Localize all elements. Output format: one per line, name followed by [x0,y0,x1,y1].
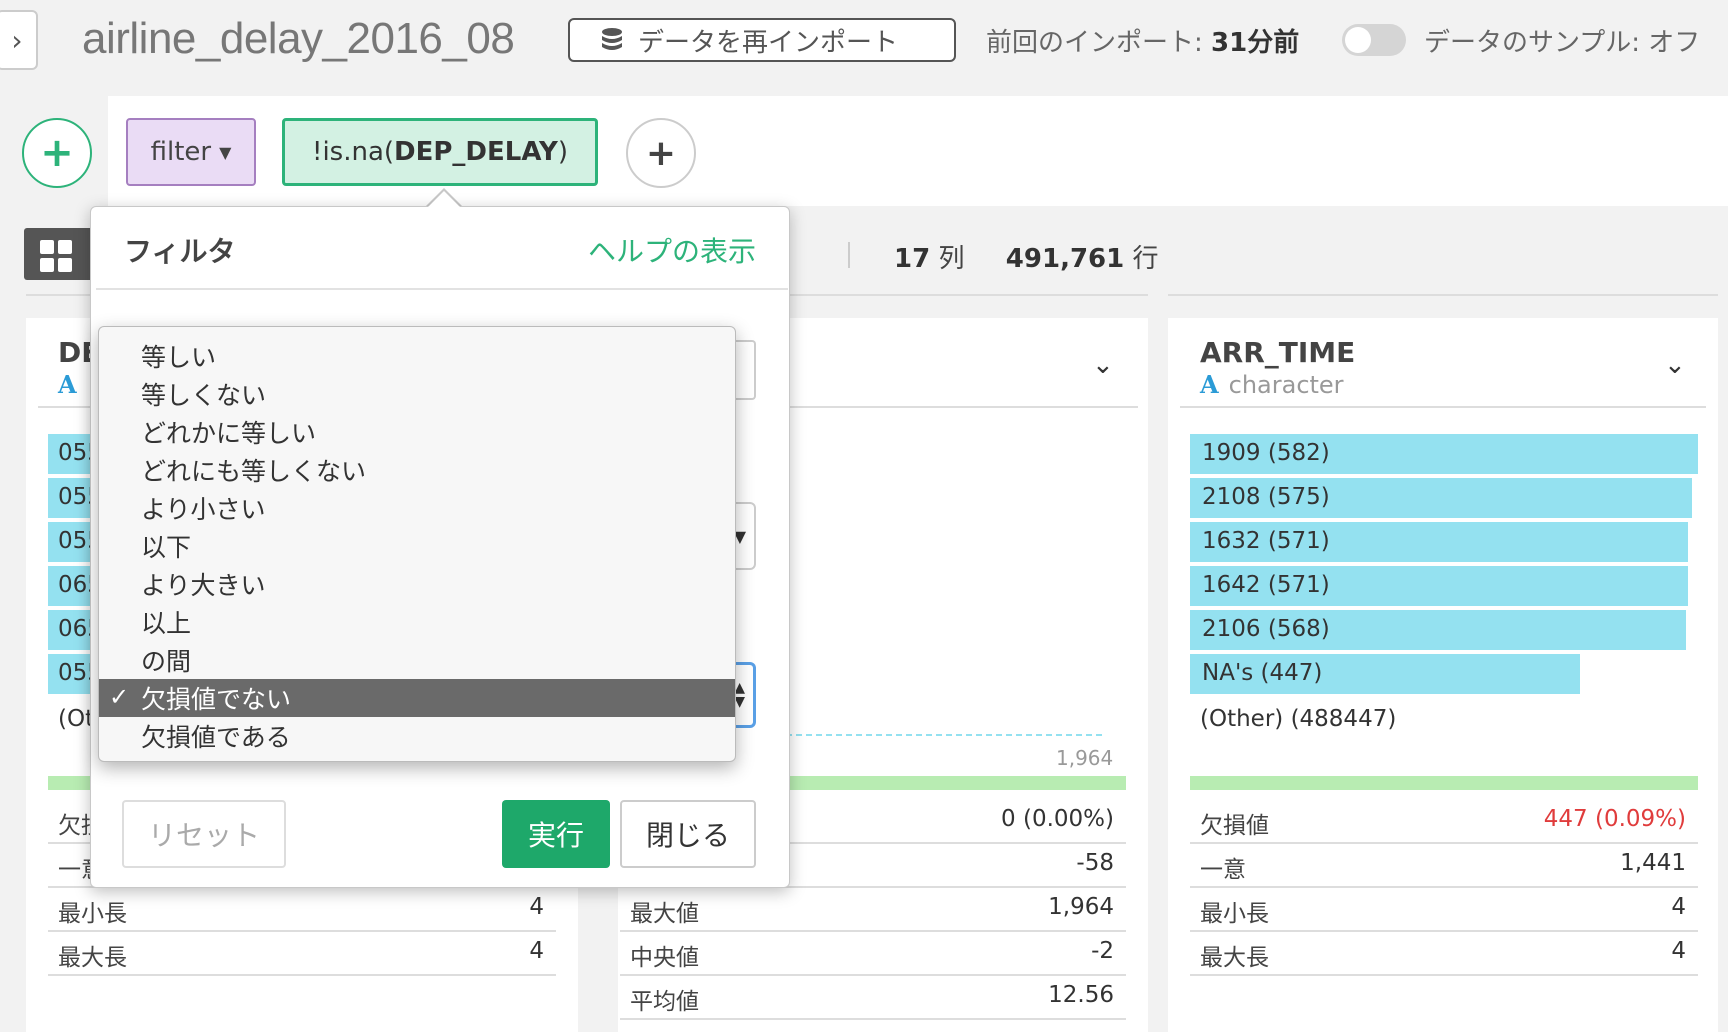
stat-value: 1,441 [1620,850,1686,876]
help-link[interactable]: ヘルプの表示 [588,230,756,270]
row-divider [620,1018,1126,1020]
sample-label: データのサンプル: オフ [1424,28,1701,58]
operator-option-label: 以上 [141,609,192,638]
operator-option[interactable]: 欠損値である [99,717,735,755]
divider [1180,406,1706,408]
stat-value: -2 [1091,938,1114,964]
popover-title: フィルタ [124,235,236,268]
dataset-size: 17 列 491,761 行 [894,238,1159,275]
operator-option-label: 等しくない [141,381,267,410]
row-divider [620,974,1126,976]
rows-count: 491,761 [1005,244,1125,274]
grid-icon [40,240,54,254]
filter-command-button[interactable]: filter ▼ [126,118,256,186]
reimport-button[interactable]: データを再インポート [568,18,956,62]
row-divider [1190,842,1698,844]
value-bar-label: 1909 (582) [1202,440,1330,466]
operator-option-label: どれにも等しくない [141,457,367,486]
operator-option[interactable]: 等しい [99,337,735,375]
operator-option[interactable]: どれにも等しくない [99,451,735,489]
page-title: airline_delay_2016_08 [82,14,515,63]
operator-option[interactable]: の間 [99,641,735,679]
operator-option-label: の間 [141,647,192,676]
run-button[interactable]: 実行 [502,800,610,868]
row-divider [620,930,1126,932]
columns-count: 17 [894,244,931,274]
column-name: ARR_TIME [1200,336,1356,369]
condition-prefix: !is.na( [312,137,395,167]
operator-option[interactable]: 以下 [99,527,735,565]
stat-value: 447 (0.09%) [1543,806,1686,832]
chevron-right-icon: › [11,23,23,57]
value-bar-label: 1632 (571) [1202,528,1330,554]
divider [96,288,788,290]
filter-condition-button[interactable]: !is.na(DEP_DELAY) [282,118,598,186]
operator-option[interactable]: より大きい [99,565,735,603]
operator-option[interactable]: どれかに等しい [99,413,735,451]
columns-unit: 列 [938,244,965,274]
plus-icon: + [40,130,74,176]
divider [1168,294,1718,296]
operator-option-label: 等しい [141,343,217,372]
column-type-label: character [1228,371,1344,399]
value-bar-label: 2106 (568) [1202,616,1330,642]
value-bar-label: 1642 (571) [1202,572,1330,598]
chevron-down-icon[interactable]: ⌄ [1664,350,1686,380]
stat-value: 4 [1671,938,1686,964]
sidebar-toggle-button[interactable]: › [0,10,38,70]
reimport-label: データを再インポート [638,27,899,58]
row-divider [1190,930,1698,932]
stat-value: 4 [529,938,544,964]
reset-button[interactable]: リセット [122,800,286,868]
last-import-label: 前回のインポート: [986,28,1203,58]
filter-command-label: filter [150,137,212,167]
row-divider [48,930,556,932]
valid-values-bar [1190,776,1698,790]
column-type: Acharacter [1200,370,1344,399]
operator-option[interactable]: 以上 [99,603,735,641]
row-divider [48,974,556,976]
operator-option[interactable]: ✓ 欠損値でない [99,679,735,717]
other-label: (Ot [58,706,95,732]
histogram-baseline [786,734,1102,736]
value-bar-label: NA's (447) [1202,660,1323,686]
operator-option-label: より小さい [141,495,266,524]
close-button[interactable]: 閉じる [620,800,756,868]
last-import-info: 前回のインポート: 31分前 [986,22,1299,59]
last-import-value: 31分前 [1211,28,1300,58]
operator-option-label: 欠損値である [141,723,291,752]
operator-option-label: どれかに等しい [141,419,317,448]
other-label: (Other) (488447) [1200,706,1397,732]
condition-column: DEP_DELAY [394,137,558,167]
stat-value: 4 [1671,894,1686,920]
checkmark-icon: ✓ [109,683,130,711]
operator-option-label: より大きい [141,571,266,600]
add-condition-button[interactable]: + [626,118,696,188]
operator-option[interactable]: 等しくない [99,375,735,413]
divider [848,242,850,268]
condition-suffix: ) [557,137,568,167]
stat-value: 1,964 [1048,894,1114,920]
row-divider [1190,974,1698,976]
operator-option-label: 以下 [141,533,192,562]
stat-value: 4 [529,894,544,920]
value-bar-label: 2108 (575) [1202,484,1330,510]
operator-dropdown-list: 等しい等しくないどれかに等しいどれにも等しくない より小さい以下より大きい以上の間… [98,326,736,762]
axis-max-label: 1,964 [1056,746,1114,770]
operator-option-label: 欠損値でない [141,685,292,714]
add-step-button[interactable]: + [22,118,92,188]
caret-down-icon: ▼ [219,142,232,162]
operator-option[interactable]: より小さい [99,489,735,527]
rows-unit: 行 [1132,244,1159,274]
stat-value: 12.56 [1048,982,1114,1008]
popover-arrow [426,191,462,209]
row-divider [1190,886,1698,888]
plus-icon: + [645,132,677,174]
sample-toggle[interactable] [1342,24,1406,56]
character-type-icon: A [1200,370,1219,399]
chevron-down-icon[interactable]: ⌄ [1092,350,1114,380]
type-icon: A [58,370,77,399]
database-icon [602,28,622,50]
